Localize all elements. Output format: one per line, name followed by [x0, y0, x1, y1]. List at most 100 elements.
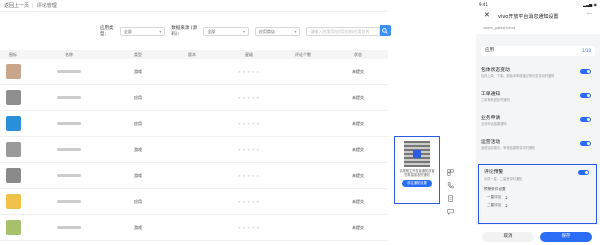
phone-icon[interactable] — [443, 179, 457, 192]
notification-toggle[interactable] — [580, 69, 591, 74]
app-name-cell — [26, 122, 112, 125]
app-name-redacted — [57, 70, 81, 73]
cancel-button[interactable]: 取消 — [482, 232, 534, 242]
document-icon[interactable] — [443, 192, 457, 205]
review-alert-title: 评论预警 — [484, 170, 504, 175]
app-icon-cell — [0, 90, 26, 105]
status-cell: 未提交 — [352, 146, 364, 152]
app-type-label: 应用类型: — [100, 26, 114, 37]
notification-qr-panel: 请按照主开发者通知设置您希望接收的通知 前往通知设置 — [394, 136, 440, 204]
close-icon[interactable]: ✕ — [484, 12, 490, 19]
status-cell: 未提交 — [352, 94, 364, 100]
notification-item: 业务申请 业务申请结果通知 — [481, 114, 595, 126]
table-row[interactable]: 应用 ★★★★★ 未提交 — [0, 189, 388, 215]
app-name-redacted — [57, 226, 81, 229]
table-row[interactable]: 应用 ★★★★★ 未提交 — [0, 111, 388, 137]
star-icon: ★ — [255, 173, 261, 178]
notification-desc: 工单有新回复时通知 — [481, 98, 510, 102]
col-header: 状态 — [354, 52, 362, 57]
review-alert-section: 评论预警 出现一星、二星差评时通知 预警条件设置 一星评论 2 二星评论 2 — [478, 164, 597, 224]
app-icon-cell — [0, 116, 26, 131]
app-name-cell — [26, 174, 112, 177]
alert-condition-label: 预警条件设置 — [484, 187, 506, 191]
app-name-cell — [26, 148, 112, 151]
qr-code — [404, 141, 430, 167]
table-row[interactable]: 游戏 ★★★★★ 未提交 — [0, 215, 388, 241]
status-cell: 未提交 — [352, 172, 364, 178]
app-icon-cell — [0, 220, 26, 235]
notification-desc: 运营活动报名、审核结果等变动时通知 — [481, 146, 536, 150]
notification-toggle[interactable] — [580, 141, 591, 146]
app-icon — [5, 142, 21, 157]
app-icon — [5, 116, 21, 131]
star-icon: ★ — [255, 121, 261, 126]
star-rating: ★★★★★ — [220, 69, 278, 74]
star-rating: ★★★★★ — [220, 147, 278, 152]
notification-desc: 包体上架、下架、新版本审核通过等状态变动时通知 — [481, 74, 555, 78]
apps-table: 图标 名称 类型 版本 星级 评论个数 状态 游戏 ★★★★★ 未提交 应用 ★★★★★… — [0, 50, 388, 241]
threshold-value: 2 — [505, 195, 508, 200]
app-icon — [5, 168, 21, 183]
notification-toggle[interactable] — [580, 93, 591, 98]
app-name-cell — [26, 226, 112, 229]
notification-title: 运营活动 — [481, 140, 501, 145]
go-to-notification-settings-button[interactable]: 前往通知设置 — [402, 180, 432, 188]
app-name-redacted — [57, 174, 81, 177]
app-type-cell: 应用 — [134, 198, 142, 204]
star-icon: ★ — [255, 95, 261, 100]
review-alert-toggle[interactable] — [578, 170, 589, 175]
back-link[interactable]: 返回上一页 — [4, 3, 29, 9]
save-button[interactable]: 保存 — [540, 232, 592, 242]
chevron-down-icon: ▾ — [242, 28, 245, 34]
notification-title: 包体状态变动 — [481, 68, 510, 73]
threshold-label: 二星评论 — [487, 203, 502, 207]
search-button[interactable] — [379, 25, 391, 36]
message-icon[interactable] — [443, 205, 457, 218]
star-rating: ★★★★★ — [220, 225, 278, 230]
data-source-value: 全部 — [207, 28, 216, 34]
notification-title: 工单通知 — [481, 92, 501, 97]
notification-item: 工单通知 工单有新回复时通知 — [481, 90, 595, 102]
status-cell: 未提交 — [352, 120, 364, 126]
qr-icon[interactable] — [443, 166, 457, 179]
two-star-threshold[interactable]: 二星评论 2 — [482, 203, 593, 208]
table-header: 图标 名称 类型 版本 星级 评论个数 状态 — [0, 50, 388, 59]
review-alert-card: 评论预警 出现一星、二星差评时通知 预警条件设置 一星评论 2 二星评论 2 — [482, 168, 593, 208]
app-type-cell: 游戏 — [134, 68, 142, 74]
star-icon: ★ — [255, 69, 261, 74]
chevron-down-icon: ▾ — [159, 28, 162, 34]
app-type-cell: 应用 — [134, 120, 142, 126]
star-icon: ★ — [255, 147, 261, 152]
table-row[interactable]: 游戏 ★★★★★ 未提交 — [0, 59, 388, 85]
star-rating: ★★★★★ — [220, 173, 278, 178]
filter-bar: 应用类型: 全部 ▾ 数据来源 (源码): 全部 ▾ 应用商店 ▾ 请输入应用I… — [100, 25, 391, 37]
search-input[interactable]: 请输入应用ID/应用名称/应用包名 — [306, 26, 380, 36]
one-star-threshold[interactable]: 一星评论 2 — [482, 195, 593, 200]
table-row[interactable]: 游戏 ★★★★★ 未提交 — [0, 137, 388, 163]
app-type-select[interactable]: 全部 ▾ — [119, 26, 166, 36]
app-name-redacted — [57, 96, 81, 99]
status-cell: 未提交 — [352, 68, 364, 74]
data-source-select[interactable]: 全部 ▾ — [203, 26, 249, 36]
app-selector[interactable]: 应用 1/10 — [481, 46, 595, 56]
phone-footer: 取消 保存 — [476, 225, 600, 245]
status-cell: 未提交 — [352, 224, 364, 230]
col-header: 评论个数 — [295, 52, 311, 57]
app-status-select[interactable]: 应用商店 ▾ — [254, 26, 301, 36]
more-icon[interactable]: ··· — [586, 11, 592, 18]
app-icon-cell — [0, 194, 26, 209]
notification-toggle[interactable] — [580, 117, 591, 122]
status-time: 9:41 — [479, 2, 488, 7]
threshold-label: 一星评论 — [487, 195, 502, 199]
col-header: 图标 — [9, 52, 17, 57]
app-type-cell: 游戏 — [134, 224, 142, 230]
table-row[interactable]: 应用 ★★★★★ 未提交 — [0, 85, 388, 111]
star-rating: ★★★★★ — [220, 95, 278, 100]
table-row[interactable]: 游戏 ★★★★★ 未提交 — [0, 163, 388, 189]
top-bar: 返回上一页 | 评论管理 — [0, 0, 388, 12]
app-name-cell — [26, 96, 112, 99]
notification-desc: 业务申请结果通知 — [481, 122, 507, 126]
notification-item: 包体状态变动 包体上架、下架、新版本审核通过等状态变动时通知 — [481, 66, 595, 78]
app-icon — [5, 194, 21, 209]
col-header: 星级 — [245, 52, 253, 57]
